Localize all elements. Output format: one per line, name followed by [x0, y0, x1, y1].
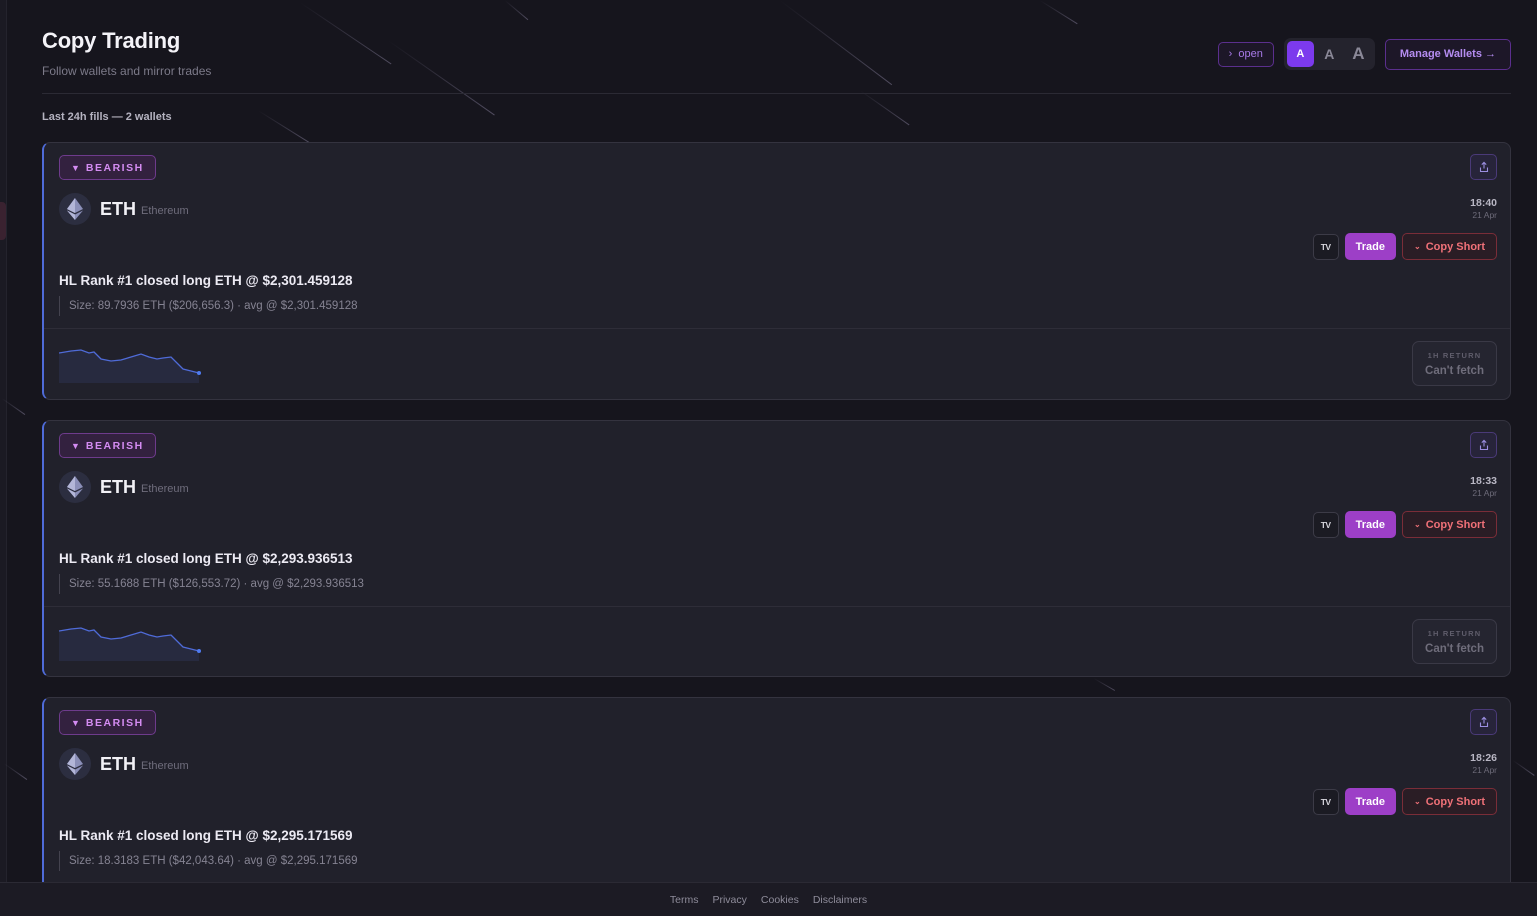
card-actions: TV Trade ⌄ Copy Short	[1312, 511, 1497, 538]
tradingview-icon: TV	[1320, 241, 1331, 252]
left-rail-handle[interactable]	[0, 202, 6, 240]
fill-date: 21 Apr	[1472, 210, 1497, 220]
share-button[interactable]	[1470, 709, 1497, 735]
price-sparkline	[59, 627, 201, 661]
chevron-down-icon: ⌄	[1414, 797, 1421, 806]
badge-label: BEARISH	[85, 716, 144, 729]
fill-time: 18:26	[1470, 752, 1497, 764]
fill-timestamp: 18:33 21 Apr	[1470, 475, 1497, 498]
share-icon	[1479, 439, 1488, 451]
trade-card: ▼ BEARISH ETH Ethereum 18:26 21 Apr TV T…	[42, 697, 1511, 882]
fill-detail: Size: 18.3183 ETH ($42,043.64) · avg @ $…	[59, 851, 358, 871]
chevron-down-icon: ⌄	[1414, 242, 1421, 251]
copy-short-label: Copy Short	[1425, 795, 1485, 808]
tradingview-button[interactable]: TV	[1312, 788, 1339, 815]
trade-card: ▼ BEARISH ETH Ethereum 18:33 21 Apr TV T…	[42, 420, 1511, 677]
asset-symbol: ETH	[100, 753, 136, 774]
copy-short-button[interactable]: ⌄ Copy Short	[1402, 233, 1497, 260]
fill-headline: HL Rank #1 closed long ETH @ $2,293.9365…	[59, 551, 353, 566]
fill-date: 21 Apr	[1472, 765, 1497, 775]
triangle-down-icon: ▼	[71, 162, 80, 173]
fill-detail: Size: 89.7936 ETH ($206,656.3) · avg @ $…	[59, 296, 358, 316]
tradingview-icon: TV	[1320, 519, 1331, 530]
badge-label: BEARISH	[85, 439, 144, 452]
return-box: 1H RETURN Can't fetch	[1412, 619, 1497, 664]
chevron-right-icon: ›	[1228, 48, 1233, 60]
tradingview-button[interactable]: TV	[1312, 511, 1339, 538]
fill-date: 21 Apr	[1472, 488, 1497, 498]
return-label: 1H RETURN	[1427, 351, 1482, 360]
page-footer: Terms Privacy Cookies Disclaimers	[0, 882, 1537, 916]
return-box: 1H RETURN Can't fetch	[1412, 341, 1497, 386]
font-size-medium[interactable]: A	[1316, 41, 1343, 67]
header-controls: › open A A A Manage Wallets →	[1217, 38, 1511, 70]
return-label: 1H RETURN	[1427, 629, 1482, 638]
triangle-down-icon: ▼	[71, 717, 80, 728]
fill-headline: HL Rank #1 closed long ETH @ $2,295.1715…	[59, 828, 353, 843]
return-value: Can't fetch	[1425, 365, 1484, 377]
trade-button[interactable]: Trade	[1344, 511, 1397, 538]
triangle-down-icon: ▼	[71, 440, 80, 451]
font-size-large[interactable]: A	[1345, 41, 1372, 67]
tradingview-button[interactable]: TV	[1312, 233, 1339, 260]
copy-trading-page: Copy Trading Follow wallets and mirror t…	[42, 0, 1511, 882]
share-button[interactable]	[1470, 154, 1497, 180]
asset-info: ETH Ethereum	[59, 471, 189, 503]
font-size-small[interactable]: A	[1286, 41, 1314, 67]
asset-name: Ethereum	[141, 205, 189, 217]
asset-symbol: ETH	[100, 476, 136, 497]
ethereum-icon	[59, 193, 91, 225]
card-footer: 1H RETURN Can't fetch	[44, 328, 1510, 399]
page-header: Copy Trading Follow wallets and mirror t…	[42, 28, 1511, 94]
bearish-badge: ▼ BEARISH	[59, 710, 156, 735]
asset-symbol: ETH	[100, 198, 136, 219]
bearish-badge: ▼ BEARISH	[59, 433, 156, 458]
badge-label: BEARISH	[85, 161, 144, 174]
fill-timestamp: 18:26 21 Apr	[1470, 752, 1497, 775]
asset-info: ETH Ethereum	[59, 193, 189, 225]
bearish-badge: ▼ BEARISH	[59, 155, 156, 180]
fill-headline: HL Rank #1 closed long ETH @ $2,301.4591…	[59, 273, 353, 288]
footer-link-privacy[interactable]: Privacy	[712, 894, 746, 906]
trade-button[interactable]: Trade	[1344, 788, 1397, 815]
chevron-down-icon: ⌄	[1414, 520, 1421, 529]
card-actions: TV Trade ⌄ Copy Short	[1312, 788, 1497, 815]
fill-time: 18:33	[1470, 475, 1497, 487]
trade-button[interactable]: Trade	[1344, 233, 1397, 260]
section-label: Last 24h fills — 2 wallets	[42, 111, 172, 123]
card-footer: 1H RETURN Can't fetch	[44, 606, 1510, 676]
ethereum-icon	[59, 748, 91, 780]
open-button-label: open	[1238, 48, 1263, 60]
footer-link-terms[interactable]: Terms	[670, 894, 699, 906]
copy-short-label: Copy Short	[1425, 518, 1485, 531]
open-button[interactable]: › open	[1217, 41, 1274, 67]
share-icon	[1479, 161, 1488, 173]
copy-short-button[interactable]: ⌄ Copy Short	[1402, 511, 1497, 538]
fill-detail: Size: 55.1688 ETH ($126,553.72) · avg @ …	[59, 574, 364, 594]
share-icon	[1479, 716, 1488, 728]
left-rail	[0, 0, 7, 916]
return-value: Can't fetch	[1425, 643, 1484, 655]
asset-name: Ethereum	[141, 760, 189, 772]
ethereum-icon	[59, 471, 91, 503]
card-actions: TV Trade ⌄ Copy Short	[1312, 233, 1497, 260]
font-size-toggle: A A A	[1283, 38, 1375, 70]
asset-info: ETH Ethereum	[59, 748, 189, 780]
manage-wallets-button[interactable]: Manage Wallets →	[1384, 38, 1511, 70]
price-sparkline	[59, 349, 201, 383]
share-button[interactable]	[1470, 432, 1497, 458]
copy-short-label: Copy Short	[1425, 240, 1485, 253]
trade-card: ▼ BEARISH ETH Ethereum 18:40 21 Apr TV T…	[42, 142, 1511, 400]
asset-name: Ethereum	[141, 483, 189, 495]
footer-link-cookies[interactable]: Cookies	[761, 894, 799, 906]
copy-short-button[interactable]: ⌄ Copy Short	[1402, 788, 1497, 815]
fill-timestamp: 18:40 21 Apr	[1470, 197, 1497, 220]
footer-link-disclaimers[interactable]: Disclaimers	[813, 894, 867, 906]
tradingview-icon: TV	[1320, 796, 1331, 807]
fill-time: 18:40	[1470, 197, 1497, 209]
